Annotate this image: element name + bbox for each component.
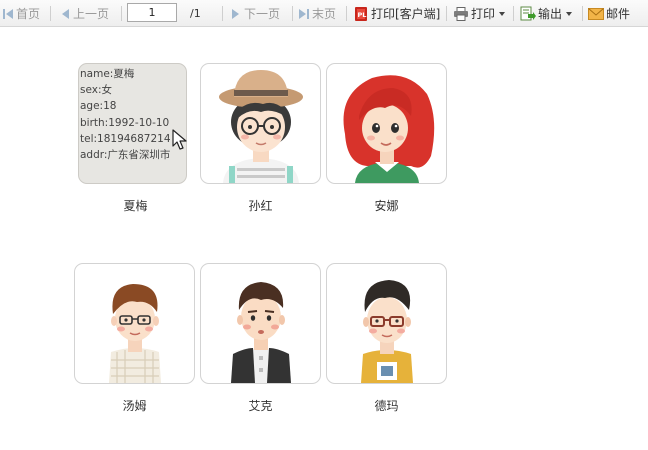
toolbar-divider (513, 6, 514, 21)
mail-button[interactable]: 邮件 (588, 0, 630, 27)
next-page-button[interactable]: 下一页 (230, 0, 280, 27)
page-number-input[interactable] (127, 3, 177, 22)
detail-name: name:夏梅 (80, 68, 135, 80)
last-page-icon (299, 8, 309, 19)
detail-sex: sex:女 (80, 84, 112, 97)
first-page-button[interactable]: 首页 (2, 0, 40, 27)
printer-icon (454, 6, 468, 21)
export-label: 输出 (538, 7, 563, 21)
person-name: 夏梅 (123, 199, 148, 213)
avatar-boy-yellow-shirt (361, 280, 413, 383)
page-total-label: /1 (190, 7, 201, 20)
print-client-button[interactable]: PL 打印[客户端] (354, 0, 440, 27)
pdf-print-icon: PL (355, 6, 367, 21)
mail-label: 邮件 (606, 7, 631, 21)
person-card-tom[interactable] (74, 263, 195, 384)
mail-icon (588, 7, 604, 20)
toolbar-divider (582, 6, 583, 21)
avatar-girl-red-hair (343, 75, 435, 183)
page-total: /1 (190, 0, 201, 27)
person-name: 德玛 (374, 399, 399, 413)
detail-age: age:18 (80, 100, 117, 113)
export-button[interactable]: 输出 (520, 0, 573, 27)
person-name: 艾克 (248, 399, 273, 413)
person-name: 汤姆 (122, 399, 147, 413)
first-page-label: 首页 (16, 7, 41, 21)
prev-page-button[interactable]: 上一页 (59, 0, 109, 27)
print-button[interactable]: 打印 (453, 0, 506, 27)
chevron-down-icon (566, 11, 573, 16)
toolbar-divider (50, 6, 51, 21)
avatar-girl-hat (219, 70, 303, 183)
prev-page-label: 上一页 (73, 7, 110, 21)
first-page-icon (3, 8, 13, 19)
toolbar-divider (222, 6, 223, 21)
avatar-boy-plaid (109, 284, 161, 383)
detail-birth: birth:1992-10-10 (80, 116, 170, 129)
prev-page-icon (62, 8, 69, 19)
svg-text:PL: PL (358, 11, 367, 19)
person-card-dema[interactable] (326, 263, 447, 384)
toolbar-divider (121, 6, 122, 21)
person-card-anna[interactable] (326, 63, 447, 184)
person-details: name:夏梅 sex:女 age:18 birth:1992-10-10 te… (80, 66, 171, 163)
person-card-aike[interactable] (200, 263, 321, 384)
person-card-xiamei[interactable]: name:夏梅 sex:女 age:18 birth:1992-10-10 te… (78, 63, 187, 184)
detail-addr: addr:广东省深圳市 (80, 149, 171, 162)
last-page-button[interactable]: 末页 (298, 0, 336, 27)
avatar-boy-vest (231, 282, 291, 383)
toolbar-divider (346, 6, 347, 21)
toolbar-divider (446, 6, 447, 21)
print-label: 打印 (471, 7, 496, 21)
next-page-icon (232, 8, 239, 19)
export-icon (520, 6, 536, 21)
chevron-down-icon (499, 11, 506, 16)
detail-tel: tel:18194687214 (80, 132, 171, 145)
last-page-label: 末页 (312, 7, 337, 21)
person-card-sunhong[interactable] (200, 63, 321, 184)
mouse-pointer-icon (172, 129, 187, 150)
print-client-label: 打印[客户端] (371, 7, 441, 21)
person-name: 孙红 (248, 199, 273, 213)
report-toolbar: 首页 上一页 /1 下一页 末页 PL 打印[客户端] (0, 0, 648, 27)
next-page-label: 下一页 (244, 7, 281, 21)
person-name: 安娜 (374, 199, 399, 213)
toolbar-divider (292, 6, 293, 21)
